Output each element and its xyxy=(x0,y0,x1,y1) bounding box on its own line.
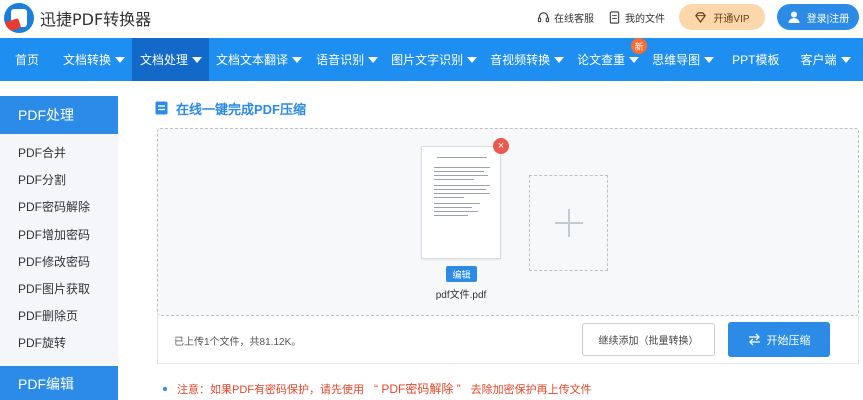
nav-label: 图片文字识别 xyxy=(391,53,464,67)
page-title-text: 在线一键完成PDF压缩 xyxy=(176,101,307,117)
add-file-button[interactable] xyxy=(529,175,608,271)
delete-file-button[interactable]: × xyxy=(493,138,509,154)
sidebar-item-pdf-merge[interactable]: PDF合并 xyxy=(0,139,118,166)
page-title: 在线一键完成PDF压缩 xyxy=(155,98,306,118)
sidebar-item-pdf-extract-images[interactable]: PDF图片获取 xyxy=(0,275,118,302)
nav-label: 论文查重 xyxy=(577,53,626,67)
nav-item-av-convert[interactable]: 音视频转换 xyxy=(483,38,570,81)
logo-icon xyxy=(4,3,34,33)
start-compress-button[interactable]: 开始压缩 xyxy=(728,322,830,357)
file-name: pdf文件.pdf xyxy=(435,290,487,301)
nav-label: 思维导图 xyxy=(652,53,701,67)
vip-label: 开通VIP xyxy=(713,13,750,25)
notice-prefix: 注意：如果PDF有密码保护，请先使用 xyxy=(177,383,364,396)
nav-item-client[interactable]: 客户端 xyxy=(792,38,856,81)
login-register-button[interactable]: 登录|注册 xyxy=(777,4,859,30)
nav-item-translate[interactable]: 文档文本翻译 xyxy=(209,38,309,81)
headset-icon xyxy=(537,11,550,22)
nav-label: 客户端 xyxy=(800,53,837,67)
document-icon xyxy=(609,10,620,24)
chevron-down-icon xyxy=(368,56,379,63)
app-title: 迅捷PDF转换器 xyxy=(40,10,152,29)
online-service-link[interactable]: 在线客服 xyxy=(537,10,594,25)
nav-item-ppt[interactable]: PPT模板 xyxy=(720,38,792,81)
sidebar-item-pdf-unlock[interactable]: PDF密码解除 xyxy=(0,193,118,220)
plus-icon xyxy=(554,209,583,237)
open-vip-button[interactable]: 开通VIP xyxy=(679,4,765,30)
sidebar-item-pdf-delete-page[interactable]: PDF删除页 xyxy=(0,302,118,329)
upload-status-text: 已上传1个文件，共81.12K。 xyxy=(174,337,302,348)
chevron-down-icon xyxy=(115,56,126,63)
chevron-down-icon xyxy=(292,56,303,63)
top-actions: 在线客服 我的文件 开通VIP 登录|注册 xyxy=(537,0,863,34)
pdf-file-thumbnail[interactable] xyxy=(421,146,501,259)
nav-label: 文档文本翻译 xyxy=(216,53,289,67)
nav-item-mindmap[interactable]: 思维导图 xyxy=(645,38,720,81)
sidebar: PDF处理 PDF合并 PDF分割 PDF密码解除 PDF增加密码 PDF修改密… xyxy=(0,96,118,400)
sidebar-item-pdf-split[interactable]: PDF分割 xyxy=(0,166,118,193)
nav-label: 文档转换 xyxy=(63,53,112,67)
nav-label: 文档处理 xyxy=(140,53,189,67)
sidebar-item-pdf-add-password[interactable]: PDF增加密码 xyxy=(0,221,118,248)
password-notice: 注意：如果PDF有密码保护，请先使用 “ PDF密码解除 ” 去除加密保护再上传… xyxy=(163,380,592,397)
nav-label: 音视频转换 xyxy=(490,53,551,67)
swap-icon xyxy=(748,333,760,346)
notice-suffix: 去除加密保护再上传文件 xyxy=(470,383,592,396)
chevron-down-icon xyxy=(192,56,203,63)
login-label: 登录|注册 xyxy=(806,13,850,25)
start-compress-label: 开始压缩 xyxy=(766,334,811,347)
user-icon xyxy=(788,11,800,23)
sidebar-item-pdf-change-password[interactable]: PDF修改密码 xyxy=(0,248,118,275)
chevron-down-icon xyxy=(554,56,565,63)
top-header: 迅捷PDF转换器 在线客服 我的文件 开通VIP 登录|注册 xyxy=(0,0,863,38)
nav-label: PPT模板 xyxy=(732,53,780,67)
chevron-down-icon xyxy=(467,56,478,63)
nav-item-ocr[interactable]: 图片文字识别 xyxy=(384,38,483,81)
continue-add-button[interactable]: 继续添加（批量转换） xyxy=(582,323,715,356)
nav-item-doc-process[interactable]: 文档处理 xyxy=(132,38,210,81)
online-service-label: 在线客服 xyxy=(554,13,594,25)
nav-item-plagiarism[interactable]: 论文查重新 xyxy=(570,38,648,81)
edit-file-button[interactable]: 编辑 xyxy=(446,266,477,282)
chevron-down-icon xyxy=(629,56,640,63)
nav-item-doc-convert[interactable]: 文档转换 xyxy=(53,38,132,81)
chevron-down-icon xyxy=(704,56,715,63)
upload-status-bar: 已上传1个文件，共81.12K。 继续添加（批量转换） 开始压缩 xyxy=(157,316,859,364)
sidebar-item-pdf-rotate[interactable]: PDF旋转 xyxy=(0,329,118,356)
my-files-link[interactable]: 我的文件 xyxy=(608,10,665,25)
app-logo[interactable]: 迅捷PDF转换器 xyxy=(4,2,151,34)
sidebar-section-pdf-edit[interactable]: PDF编辑 xyxy=(0,366,118,400)
nav-item-speech[interactable]: 语音识别 xyxy=(309,38,384,81)
chevron-down-icon xyxy=(840,56,851,63)
main-nav: 首页 文档转换 文档处理 文档文本翻译 语音识别 图片文字识别 音视频转换 论文… xyxy=(0,38,863,81)
bullet-dot xyxy=(163,386,167,391)
my-files-label: 我的文件 xyxy=(625,13,665,25)
pdf-unlock-link[interactable]: “ PDF密码解除 ” xyxy=(374,380,461,397)
sidebar-list: PDF合并 PDF分割 PDF密码解除 PDF增加密码 PDF修改密码 PDF图… xyxy=(0,134,118,357)
document-list-icon xyxy=(155,101,168,115)
nav-item-home[interactable]: 首页 xyxy=(0,38,53,81)
diamond-icon xyxy=(695,11,707,23)
upload-drop-zone[interactable]: × 编辑 pdf文件.pdf xyxy=(157,128,859,316)
nav-label: 首页 xyxy=(15,53,40,67)
nav-label: 语音识别 xyxy=(316,53,365,67)
sidebar-section-pdf-process[interactable]: PDF处理 xyxy=(0,96,118,134)
